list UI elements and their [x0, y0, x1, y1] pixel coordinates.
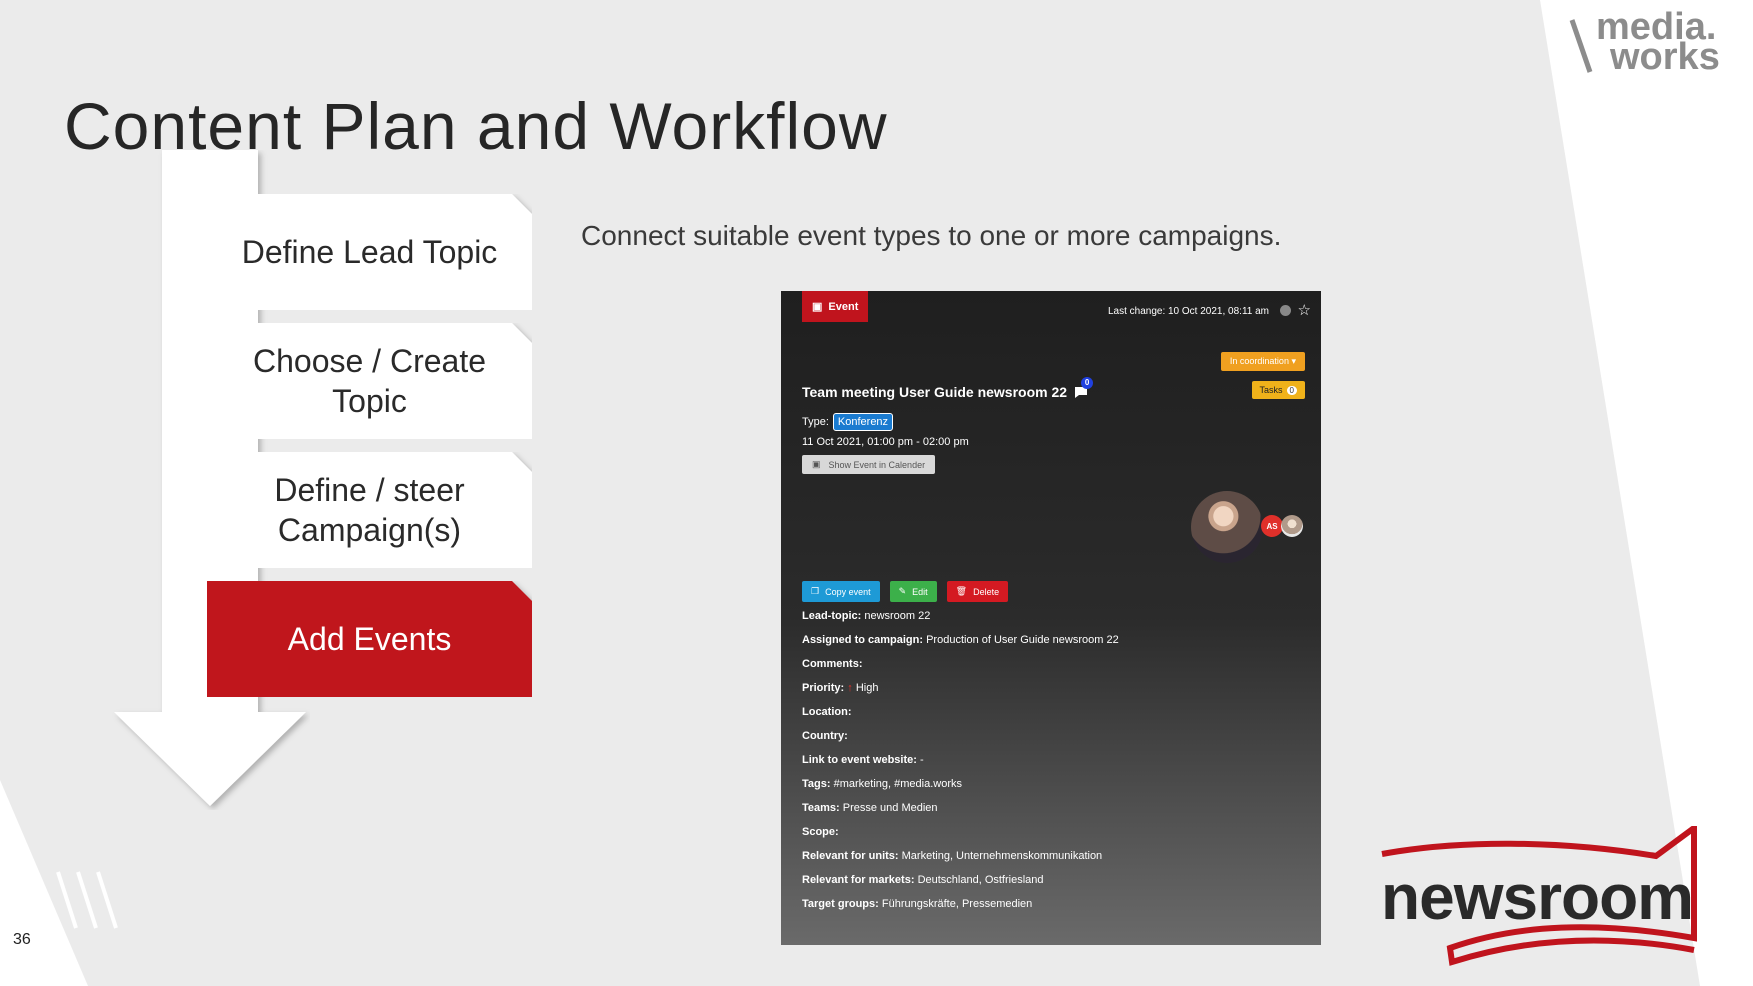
- step-label: Add Events: [287, 621, 452, 657]
- event-actions: ❐ Copy event ✎ Edit 🗑 Delete: [802, 581, 1009, 602]
- detail-row: Country:: [802, 730, 848, 742]
- newsroom-logo: newsroom: [1381, 861, 1694, 933]
- event-title: Team meeting User Guide newsroom 22 0: [802, 376, 1094, 400]
- detail-row: Relevant for markets: Deutschland, Ostfr…: [802, 874, 1044, 886]
- workflow-step-define-lead-topic[interactable]: Define Lead Topic: [207, 194, 532, 310]
- last-change-text: Last change: 10 Oct 2021, 08:11 am: [1107, 306, 1269, 317]
- tasks-button[interactable]: Tasks 0: [1251, 381, 1305, 399]
- status-dot: [1280, 305, 1291, 316]
- detail-row: Scope:: [802, 826, 839, 838]
- calendar-icon: ▣: [812, 459, 821, 469]
- event-badge: ▣ Event: [802, 291, 869, 322]
- workflow-step-choose-topic[interactable]: Choose / Create Topic: [207, 323, 532, 439]
- step-label: Choose / Create Topic: [252, 343, 486, 419]
- chevron-down-icon: ▾: [1291, 356, 1296, 366]
- detail-row: Lead-topic: newsroom 22: [802, 610, 931, 622]
- avatar[interactable]: [1281, 515, 1303, 537]
- page-number: 36: [13, 931, 31, 948]
- edit-button[interactable]: ✎ Edit: [889, 581, 937, 602]
- avatar-initials[interactable]: AS: [1261, 515, 1283, 537]
- detail-row: Priority: ↑ High: [802, 682, 879, 694]
- tasks-count-badge: 0: [1286, 385, 1297, 395]
- delete-button[interactable]: 🗑 Delete: [946, 581, 1009, 602]
- slide-description: Connect suitable event types to one or m…: [581, 220, 1282, 251]
- workflow-step-define-campaigns[interactable]: Define / steer Campaign(s): [207, 452, 532, 568]
- star-icon[interactable]: ☆: [1298, 301, 1311, 319]
- pencil-icon: ✎: [898, 586, 907, 596]
- comment-bubble-icon[interactable]: 0: [1073, 376, 1094, 399]
- step-label: Define / steer Campaign(s): [274, 472, 465, 548]
- detail-row: Target groups: Führungskräfte, Pressemed…: [802, 898, 1033, 910]
- mediaworks-logo: media. works: [1568, 8, 1738, 78]
- decorative-slashes: [56, 871, 118, 929]
- detail-row: Relevant for units: Marketing, Unternehm…: [802, 850, 1103, 862]
- workflow-step-add-events[interactable]: Add Events: [207, 581, 532, 697]
- priority-high-icon: ↑: [847, 682, 853, 694]
- show-in-calendar-button[interactable]: ▣ Show Event in Calender: [802, 455, 936, 474]
- avatar[interactable]: [1191, 491, 1263, 563]
- comment-count-badge: 0: [1081, 376, 1094, 389]
- detail-row: Teams: Presse und Medien: [802, 802, 938, 814]
- copy-event-button[interactable]: ❐ Copy event: [802, 581, 880, 602]
- event-type-row: Type: Konferenz: [802, 413, 894, 431]
- mediaworks-slash-icon: [1569, 19, 1593, 73]
- detail-row: Comments:: [802, 658, 863, 670]
- copy-icon: ❐: [811, 586, 820, 596]
- status-dropdown[interactable]: In coordination ▾: [1220, 352, 1305, 371]
- detail-row: Assigned to campaign: Production of User…: [802, 634, 1119, 646]
- step-label: Define Lead Topic: [241, 234, 498, 270]
- trash-icon: 🗑: [955, 586, 968, 596]
- event-details: Lead-topic: newsroom 22 Assigned to camp…: [802, 609, 1119, 921]
- event-datetime: 11 Oct 2021, 01:00 pm - 02:00 pm: [802, 436, 969, 448]
- detail-row: Location:: [802, 706, 852, 718]
- detail-row: Link to event website: -: [802, 754, 924, 766]
- event-type-tag[interactable]: Konferenz: [832, 413, 894, 431]
- calendar-icon: ▣: [812, 301, 823, 313]
- detail-row: Tags: #marketing, #media.works: [802, 778, 962, 790]
- event-detail-panel: ▣ Event Last change: 10 Oct 2021, 08:11 …: [781, 291, 1321, 945]
